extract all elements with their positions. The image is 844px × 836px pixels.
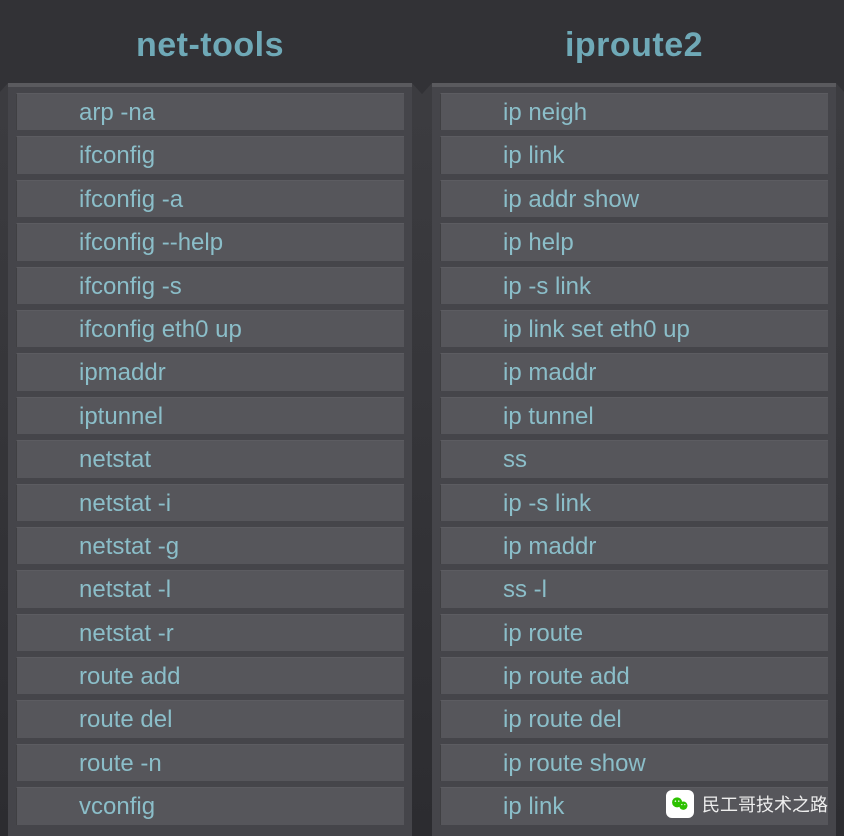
list-item: iptunnel [16,397,404,434]
list-item: ip route add [440,657,828,694]
list-item: ip link [440,136,828,173]
list-item: ip route show [440,744,828,781]
column-title: iproute2 [432,10,836,83]
command-list: arp -na ifconfig ifconfig -a ifconfig --… [8,87,412,825]
watermark: 民工哥技术之路 [666,790,828,818]
list-item: ss [440,440,828,477]
wechat-icon [666,790,694,818]
list-item: ifconfig -s [16,267,404,304]
list-item: ifconfig -a [16,180,404,217]
list-item: ip -s link [440,267,828,304]
list-item: ip maddr [440,527,828,564]
list-item: ip help [440,223,828,260]
list-item: route del [16,700,404,737]
list-item: ip route del [440,700,828,737]
comparison-columns: net-tools arp -na ifconfig ifconfig -a i… [0,0,844,836]
list-item: ip link set eth0 up [440,310,828,347]
list-item: netstat [16,440,404,477]
list-item: netstat -l [16,570,404,607]
list-item: ipmaddr [16,353,404,390]
rack-box: arp -na ifconfig ifconfig -a ifconfig --… [8,83,412,836]
column-title: net-tools [8,10,412,83]
command-list: ip neigh ip link ip addr show ip help ip… [432,87,836,825]
list-item: ip maddr [440,353,828,390]
list-item: ip neigh [440,93,828,130]
list-item: ifconfig [16,136,404,173]
list-item: ip addr show [440,180,828,217]
rack-side-left [414,103,432,836]
rack-side-right [836,103,844,836]
rack-box: ip neigh ip link ip addr show ip help ip… [432,83,836,836]
rack-side-left [0,103,8,836]
list-item: netstat -r [16,614,404,651]
column-net-tools: net-tools arp -na ifconfig ifconfig -a i… [8,10,412,836]
list-item: route add [16,657,404,694]
list-item: ifconfig --help [16,223,404,260]
column-iproute2: iproute2 ip neigh ip link ip addr show i… [432,10,836,836]
list-item: route -n [16,744,404,781]
list-item: netstat -i [16,484,404,521]
list-item: arp -na [16,93,404,130]
list-item: ip route [440,614,828,651]
list-item: ss -l [440,570,828,607]
list-item: netstat -g [16,527,404,564]
list-item: vconfig [16,787,404,824]
list-item: ip tunnel [440,397,828,434]
watermark-text: 民工哥技术之路 [702,791,828,817]
list-item: ip -s link [440,484,828,521]
list-item: ifconfig eth0 up [16,310,404,347]
